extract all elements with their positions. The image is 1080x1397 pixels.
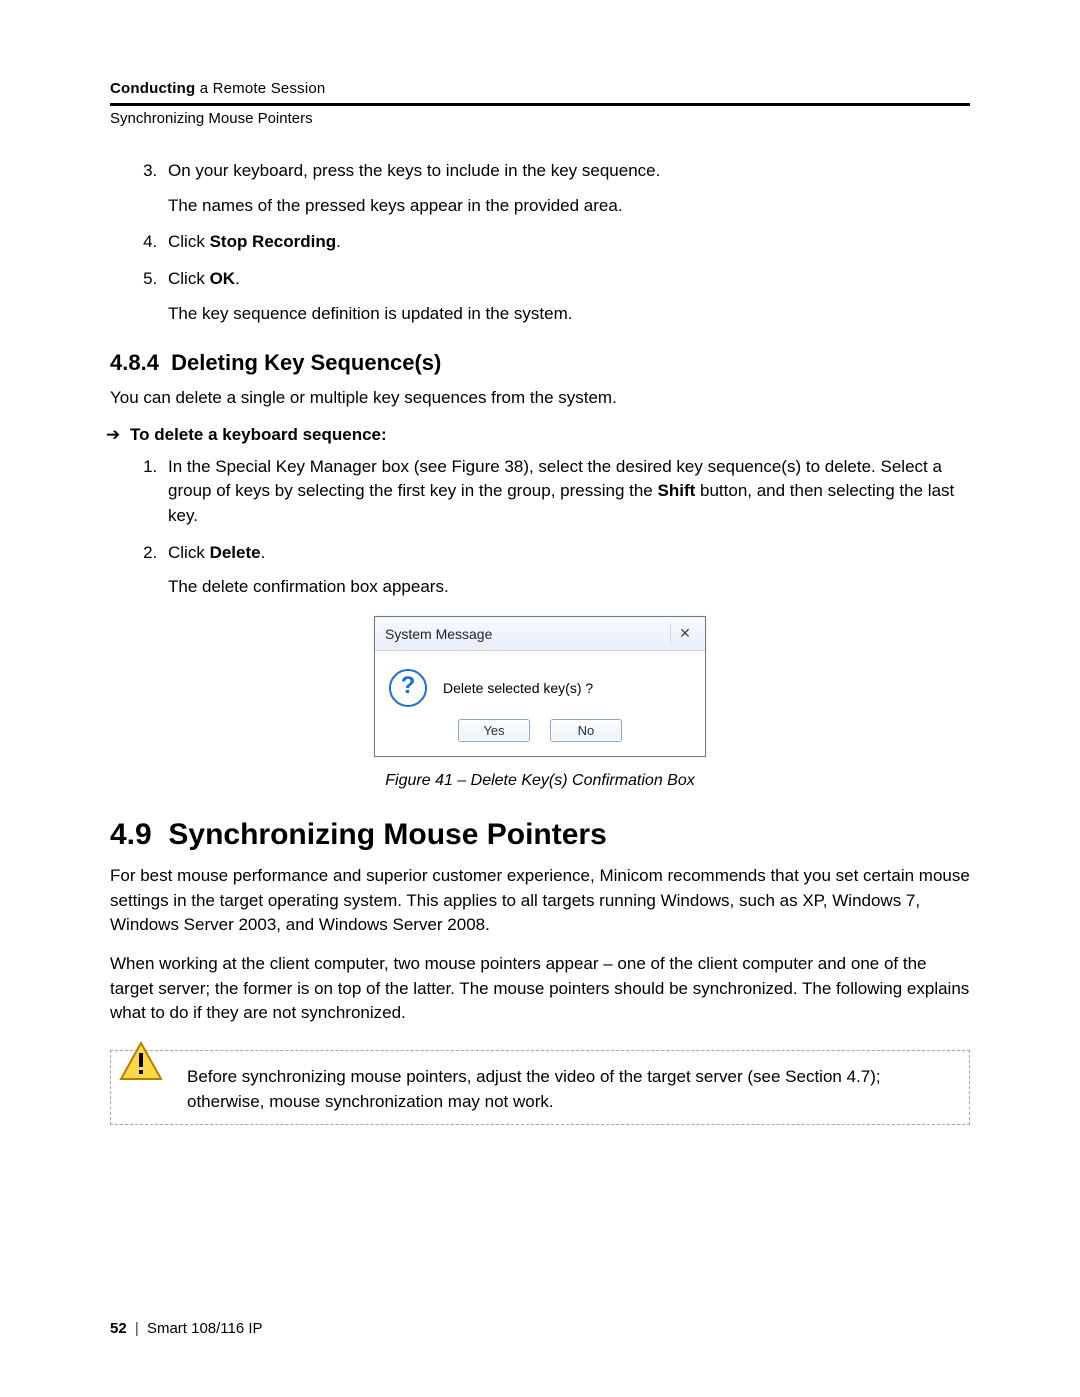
step-3-sub: The names of the pressed keys appear in …	[168, 194, 970, 219]
step-4-pre: Click	[168, 232, 210, 251]
chapter-rest: a Remote Session	[195, 80, 325, 97]
del-step-2-post: .	[261, 543, 266, 562]
warning-icon	[119, 1041, 163, 1081]
heading-4-9-title: Synchronizing Mouse Pointers	[168, 818, 606, 851]
close-icon[interactable]: ✕	[670, 623, 699, 644]
yes-button[interactable]: Yes	[458, 719, 530, 742]
step-3: On your keyboard, press the keys to incl…	[162, 159, 970, 218]
procedure-lead: To delete a keyboard sequence:	[110, 425, 970, 445]
page-footer: 52 | Smart 108/116 IP	[110, 1320, 263, 1337]
running-subheader: Synchronizing Mouse Pointers	[110, 110, 970, 127]
del-intro: You can delete a single or multiple key …	[110, 386, 970, 411]
del-step-2-bold: Delete	[210, 543, 261, 562]
del-step-2: Click Delete. The delete confirmation bo…	[162, 541, 970, 600]
sync-para-2: When working at the client computer, two…	[110, 952, 970, 1026]
del-step-2-sub: The delete confirmation box appears.	[168, 575, 970, 600]
heading-title: Deleting Key Sequence(s)	[171, 350, 441, 375]
header-rule	[110, 103, 970, 106]
dialog-body: ? Delete selected key(s) ?	[375, 651, 705, 715]
heading-4-9-num: 4.9	[110, 818, 152, 851]
figure-caption: Figure 41 – Delete Key(s) Confirmation B…	[110, 772, 970, 790]
step-3-text: On your keyboard, press the keys to incl…	[168, 161, 660, 180]
warning-text: Before synchronizing mouse pointers, adj…	[187, 1067, 881, 1111]
del-step-1b: Shift	[658, 481, 696, 500]
step-5-post: .	[235, 269, 240, 288]
steps-continued: On your keyboard, press the keys to incl…	[110, 159, 970, 326]
step-5-sub: The key sequence definition is updated i…	[168, 302, 970, 327]
page-number: 52	[110, 1320, 127, 1337]
step-4-bold: Stop Recording	[210, 232, 337, 251]
step-5: Click OK. The key sequence definition is…	[162, 267, 970, 326]
heading-4-8-4: 4.8.4 Deleting Key Sequence(s)	[110, 350, 970, 376]
confirmation-dialog: System Message ✕ ? Delete selected key(s…	[374, 616, 706, 757]
dialog-title: System Message	[385, 626, 492, 642]
dialog-buttons: Yes No	[375, 715, 705, 756]
heading-4-9: 4.9 Synchronizing Mouse Pointers	[110, 818, 970, 852]
warning-box: Before synchronizing mouse pointers, adj…	[110, 1050, 970, 1125]
figure-41: System Message ✕ ? Delete selected key(s…	[110, 616, 970, 762]
no-button[interactable]: No	[550, 719, 622, 742]
running-header: Conducting a Remote Session	[110, 80, 970, 97]
dialog-titlebar: System Message ✕	[375, 617, 705, 651]
product-name: Smart 108/116 IP	[147, 1320, 263, 1337]
delete-steps: In the Special Key Manager box (see Figu…	[110, 455, 970, 600]
chapter-bold: Conducting	[110, 80, 195, 97]
step-4-post: .	[336, 232, 341, 251]
step-4: Click Stop Recording.	[162, 230, 970, 255]
heading-num: 4.8.4	[110, 350, 159, 375]
del-step-2-pre: Click	[168, 543, 210, 562]
sync-para-1: For best mouse performance and superior …	[110, 864, 970, 938]
step-5-bold: OK	[210, 269, 236, 288]
step-5-pre: Click	[168, 269, 210, 288]
dialog-message: Delete selected key(s) ?	[443, 680, 593, 696]
del-step-1: In the Special Key Manager box (see Figu…	[162, 455, 970, 529]
question-icon: ?	[389, 669, 427, 707]
